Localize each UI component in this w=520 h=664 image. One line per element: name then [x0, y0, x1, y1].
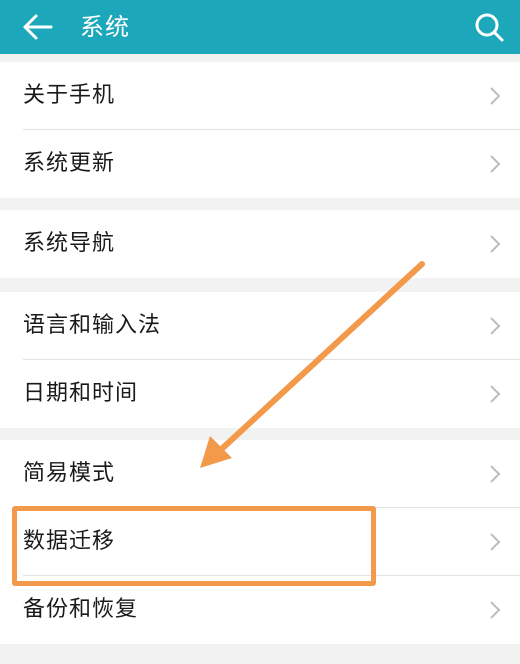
chevron-right-icon [490, 155, 501, 173]
back-button[interactable] [18, 6, 60, 48]
settings-item-label: 系统导航 [23, 231, 116, 256]
page-title: 系统 [80, 13, 130, 41]
settings-item-label: 系统更新 [23, 151, 116, 176]
settings-item-system-navigation[interactable]: 系统导航 [0, 210, 520, 278]
chevron-right-icon [490, 465, 501, 483]
chevron-right-icon [490, 317, 501, 335]
settings-item-label: 简易模式 [23, 461, 116, 486]
settings-item-label: 关于手机 [23, 83, 116, 108]
settings-screen: 系统 关于手机 系统更新 系统导航 语言和输入法 日期和时间 简易模式 数据迁移… [0, 0, 520, 664]
settings-item-label: 备份和恢复 [23, 597, 139, 622]
settings-item-label: 语言和输入法 [23, 313, 162, 338]
settings-item-about-phone[interactable]: 关于手机 [0, 62, 520, 130]
highlight-box [12, 506, 376, 586]
settings-item-language-input[interactable]: 语言和输入法 [0, 292, 520, 360]
settings-group-2: 系统导航 [0, 210, 520, 278]
search-button[interactable] [468, 6, 510, 48]
chevron-right-icon [490, 533, 501, 551]
settings-group-1: 关于手机 系统更新 [0, 62, 520, 198]
settings-item-system-update[interactable]: 系统更新 [0, 130, 520, 198]
settings-item-backup-restore[interactable]: 备份和恢复 [0, 576, 520, 644]
chevron-right-icon [490, 87, 501, 105]
chevron-right-icon [490, 235, 501, 253]
settings-item-simple-mode[interactable]: 简易模式 [0, 440, 520, 508]
search-icon [475, 13, 504, 42]
settings-item-date-time[interactable]: 日期和时间 [0, 360, 520, 428]
chevron-right-icon [490, 601, 501, 619]
back-arrow-icon [23, 14, 53, 40]
settings-item-label: 日期和时间 [23, 381, 139, 406]
settings-group-3: 语言和输入法 日期和时间 [0, 292, 520, 428]
app-bar: 系统 [0, 0, 520, 54]
chevron-right-icon [490, 385, 501, 403]
